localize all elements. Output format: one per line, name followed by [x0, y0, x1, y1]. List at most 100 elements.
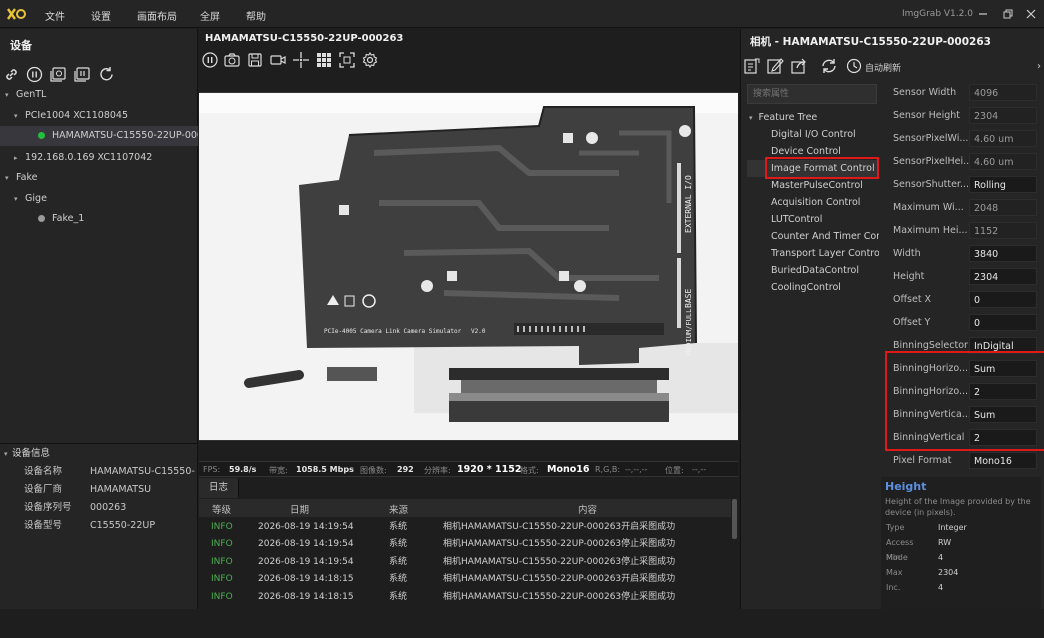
tree-node-ip-camera[interactable]: ▸ 192.168.0.169 XC1107042 [0, 148, 198, 168]
export-icon[interactable] [743, 57, 761, 75]
chevron-down-icon[interactable]: ▾ [4, 445, 8, 463]
log-date: 2026-08-19 14:19:54 [258, 522, 354, 532]
feature-item-master-pulse[interactable]: MasterPulseControl [771, 177, 879, 194]
feature-item-transport-layer[interactable]: Transport Layer Control [771, 245, 879, 262]
device-info-row: 设备名称 HAMAMATSU-C15550-... [0, 463, 198, 481]
tree-node-gentl[interactable]: ▾ GenTL [0, 85, 198, 105]
feature-item-lut[interactable]: LUTControl [771, 211, 879, 228]
tree-node-label: Fake_1 [52, 213, 85, 224]
tree-node-fake[interactable]: ▾ Fake [0, 168, 198, 188]
feature-item-digital-io[interactable]: Digital I/O Control [771, 126, 879, 143]
tree-node-label: HAMAMATSU-C15550-22UP-000... [52, 130, 198, 141]
menu-file[interactable]: 文件 [45, 8, 65, 23]
log-row[interactable]: INFO 2026-08-19 14:19:54 系统 相机HAMAMATSU-… [199, 536, 731, 553]
property-row[interactable]: SensorShutter... Rolling [881, 173, 1044, 196]
log-col-level[interactable]: 等级 [212, 502, 231, 516]
property-row[interactable]: Sensor Height 2304 [881, 104, 1044, 127]
menu-fullscreen[interactable]: 全屏 [200, 8, 220, 23]
log-source: 系统 [389, 522, 408, 532]
log-row[interactable]: INFO 2026-08-19 14:18:15 系统 相机HAMAMATSU-… [199, 589, 731, 606]
log-col-content[interactable]: 内容 [578, 502, 597, 516]
refresh-icon[interactable] [820, 57, 838, 75]
tree-node-pcie1004[interactable]: ▾ PCIe1004 XC1108045 [0, 106, 198, 126]
base-text: BASE [684, 289, 693, 308]
frames-value: 292 [397, 465, 414, 474]
log-col-date[interactable]: 日期 [290, 502, 309, 516]
property-row[interactable]: Offset Y 0 [881, 311, 1044, 334]
feature-tree-root[interactable]: ▾ Feature Tree [749, 109, 879, 126]
chevron-down-icon[interactable]: ▾ [14, 106, 22, 126]
info-value: 4 [938, 553, 944, 562]
property-value-select[interactable]: Rolling [969, 176, 1037, 193]
property-row[interactable]: SensorPixelWi... 4.60 um [881, 127, 1044, 150]
gallery-icon[interactable] [50, 66, 67, 83]
log-scrollbar[interactable] [732, 499, 737, 539]
property-name: Sensor Width [893, 87, 957, 98]
app-version: ImgGrab V1.2.0 [902, 9, 973, 19]
device-info-header[interactable]: ▾ 设备信息 [0, 445, 198, 463]
crosshair-icon[interactable] [292, 51, 310, 69]
log-source: 系统 [389, 574, 408, 584]
restore-icon[interactable] [1001, 7, 1015, 21]
save-icon[interactable] [246, 51, 264, 69]
property-row[interactable]: Pixel Format Mono16 [881, 449, 1044, 472]
chevron-down-icon[interactable]: ▾ [749, 114, 753, 122]
chevron-down-icon[interactable]: ▾ [5, 168, 13, 188]
feature-item-cooling[interactable]: CoolingControl [771, 279, 879, 296]
link-icon[interactable] [3, 66, 20, 83]
feature-item-counter-timer[interactable]: Counter And Timer Contr [771, 228, 879, 245]
minimize-icon[interactable] [976, 7, 990, 21]
camera-image-view[interactable]: PCIe-4005 Camera Link Camera Simulator V… [199, 92, 738, 441]
grid-icon[interactable] [315, 51, 333, 69]
property-value-input[interactable]: 0 [969, 314, 1037, 331]
rgb-label: R,G,B: [595, 465, 621, 474]
property-value-input[interactable]: 3840 [969, 245, 1037, 262]
log-row[interactable]: INFO 2026-08-19 14:18:15 系统 相机HAMAMATSU-… [199, 571, 731, 588]
property-value-select[interactable]: Mono16 [969, 452, 1037, 469]
info-key: Type [886, 523, 905, 532]
chevron-down-icon[interactable]: ▾ [5, 85, 13, 105]
log-row[interactable]: INFO 2026-08-19 14:19:54 系统 相机HAMAMATSU-… [199, 554, 731, 571]
property-row[interactable]: Maximum Wi... 2048 [881, 196, 1044, 219]
auto-refresh-label[interactable]: 自动刷新 [865, 61, 901, 74]
property-value-input[interactable]: 0 [969, 291, 1037, 308]
fit-icon[interactable] [338, 51, 356, 69]
menu-settings[interactable]: 设置 [91, 8, 111, 23]
menu-help[interactable]: 帮助 [246, 8, 266, 23]
settings-icon[interactable] [361, 51, 379, 69]
video-icon[interactable] [269, 51, 287, 69]
tree-node-gige[interactable]: ▾ Gige [0, 189, 198, 209]
info-value: RW [938, 538, 952, 547]
tab-log[interactable]: 日志 [199, 478, 239, 498]
pause-icon[interactable] [201, 51, 219, 69]
chevron-right-icon[interactable]: › [1037, 61, 1041, 72]
chevron-down-icon[interactable]: ▾ [14, 189, 22, 209]
refresh-icon[interactable] [98, 66, 115, 83]
gallery-record-icon[interactable] [74, 66, 91, 83]
feature-item-acquisition[interactable]: Acquisition Control [771, 194, 879, 211]
tree-node-hamamatsu[interactable]: HAMAMATSU-C15550-22UP-000... [0, 126, 198, 146]
property-row[interactable]: Sensor Width 4096 [881, 81, 1044, 104]
log-row[interactable]: INFO 2026-08-19 14:19:54 系统 相机HAMAMATSU-… [199, 519, 731, 536]
edit-icon[interactable] [766, 57, 784, 75]
info-value: HAMAMATSU-C15550-... [90, 466, 195, 477]
log-content: 相机HAMAMATSU-C15550-22UP-000263停止采图成功 [443, 539, 676, 549]
property-row[interactable]: Width 3840 [881, 242, 1044, 265]
camera-icon[interactable] [223, 51, 241, 69]
property-value-input[interactable]: 2304 [969, 268, 1037, 285]
menu-layout[interactable]: 画面布局 [137, 8, 177, 23]
property-row[interactable]: SensorPixelHei... 4.60 um [881, 150, 1044, 173]
close-icon[interactable] [1024, 7, 1038, 21]
clock-icon[interactable] [845, 57, 863, 75]
pause-icon[interactable] [26, 66, 43, 83]
property-row[interactable]: Maximum Hei... 1152 [881, 219, 1044, 242]
tree-node-fake1[interactable]: Fake_1 [0, 209, 198, 229]
camera-title: HAMAMATSU-C15550-22UP-000263 [205, 33, 404, 44]
property-search-input[interactable] [747, 84, 877, 104]
chevron-right-icon[interactable]: ▸ [14, 148, 22, 168]
property-row[interactable]: Offset X 0 [881, 288, 1044, 311]
property-row[interactable]: Height 2304 [881, 265, 1044, 288]
log-col-source[interactable]: 来源 [389, 502, 408, 516]
feature-item-buried-data[interactable]: BuriedDataControl [771, 262, 879, 279]
share-icon[interactable] [790, 57, 808, 75]
